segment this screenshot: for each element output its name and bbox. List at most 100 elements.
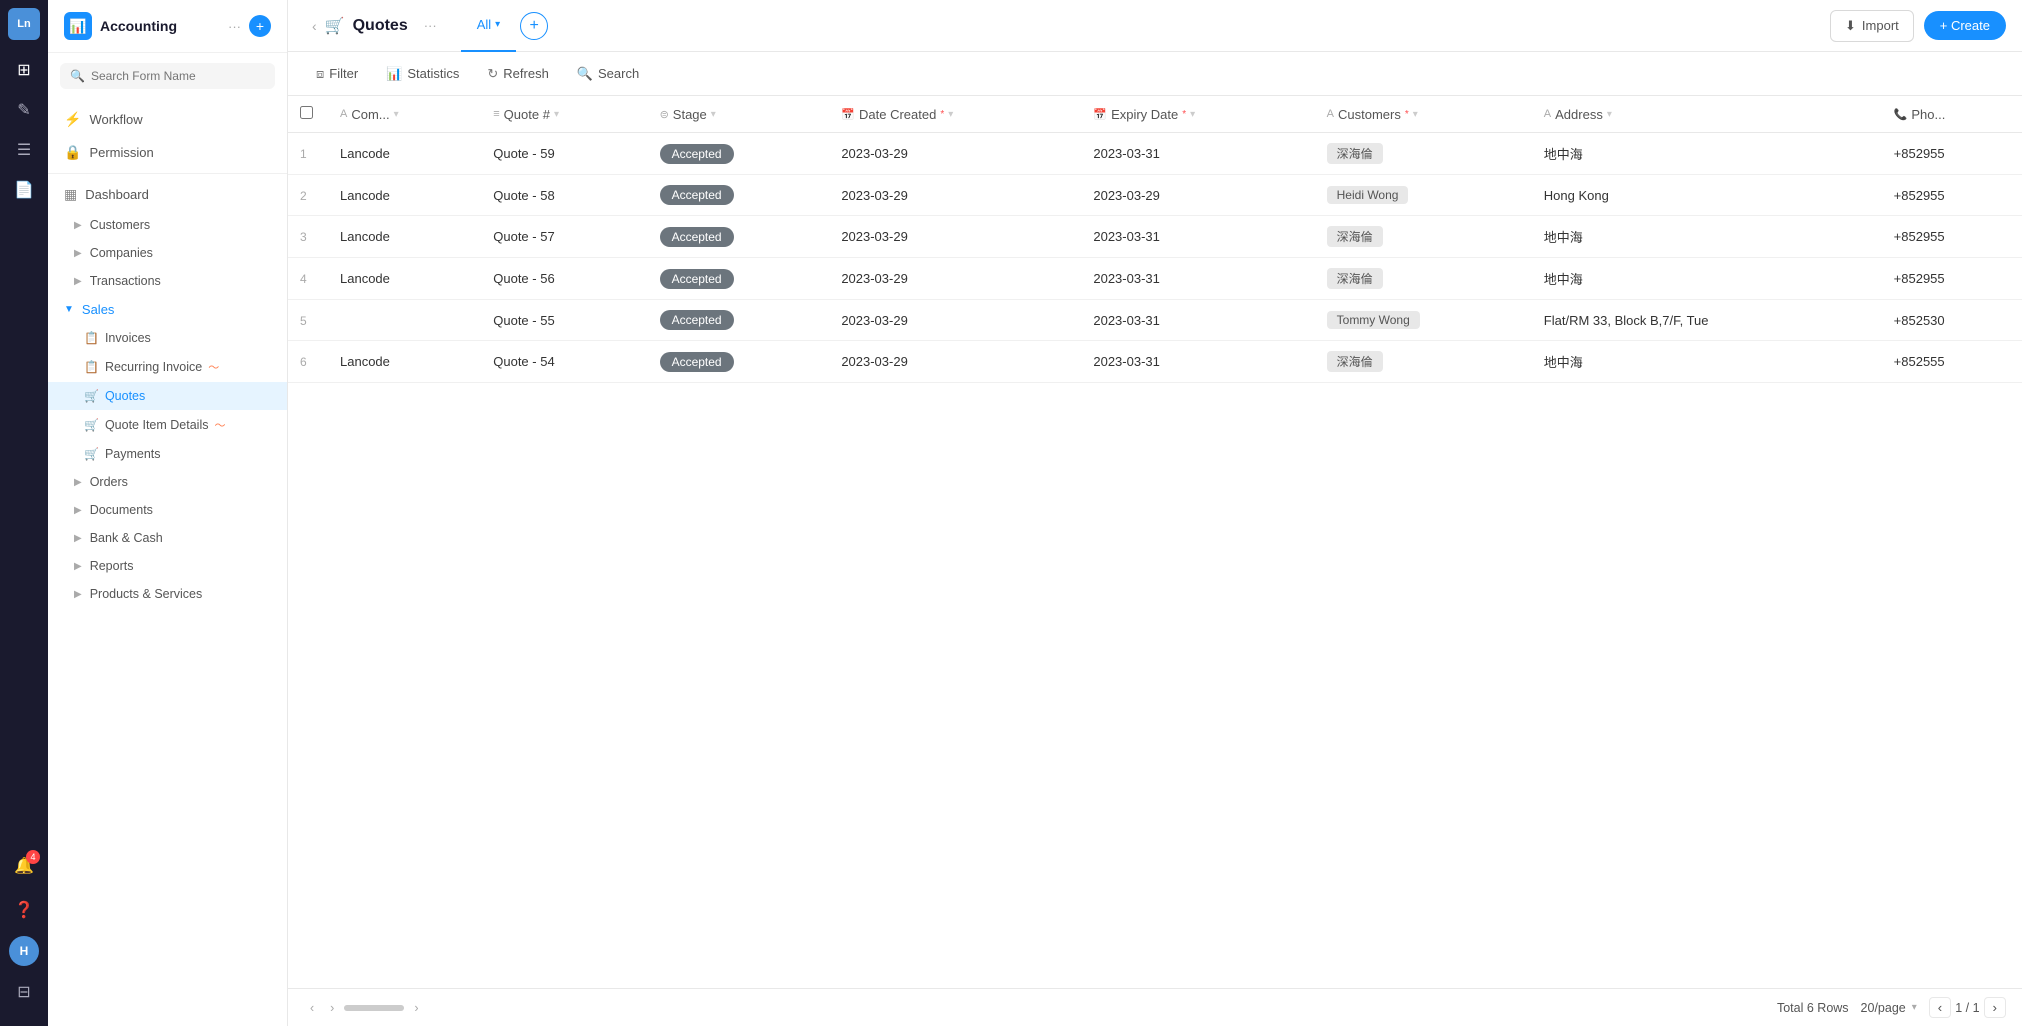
back-button[interactable]: ‹: [304, 10, 325, 42]
quotes-icon: 🛒: [84, 389, 99, 403]
sidebar-item-transactions[interactable]: ▶ Transactions: [48, 267, 287, 295]
sidebar-item-recurring-invoice[interactable]: 📋 Recurring Invoice 〜: [48, 352, 287, 382]
sidebar-item-dashboard[interactable]: ▦ Dashboard: [48, 178, 287, 211]
row-checkbox-cell: 5: [288, 300, 328, 341]
col-company[interactable]: A Com... ▾: [328, 96, 481, 133]
row-stage: Accepted: [648, 216, 830, 258]
customer-tag: 深海倫: [1327, 351, 1383, 372]
row-date-created: 2023-03-29: [829, 133, 1081, 175]
per-page-label: 20/page: [1861, 1001, 1906, 1015]
tab-add-button[interactable]: +: [520, 12, 548, 40]
col-customers-sort[interactable]: ▾: [1413, 109, 1418, 120]
col-date-created-required: *: [940, 109, 944, 120]
create-button[interactable]: + Create: [1924, 11, 2006, 40]
sidebar-item-documents[interactable]: ▶ Documents: [48, 496, 287, 524]
select-all-checkbox[interactable]: [300, 106, 313, 119]
sidebar-item-invoices[interactable]: 📋 Invoices: [48, 324, 287, 352]
tab-all[interactable]: All ▾: [461, 0, 516, 52]
customer-tag: 深海倫: [1327, 268, 1383, 289]
col-quote-num[interactable]: ≡ Quote # ▾: [481, 96, 647, 133]
import-button[interactable]: ⬇ Import: [1830, 10, 1914, 42]
sidebar-item-workflow[interactable]: ⚡ Workflow: [48, 103, 287, 136]
col-stage[interactable]: ⊜ Stage ▾: [648, 96, 830, 133]
refresh-button[interactable]: ↻ Refresh: [475, 61, 560, 87]
table-row[interactable]: 1 Lancode Quote - 59 Accepted 2023-03-29…: [288, 133, 2022, 175]
list-icon[interactable]: ☰: [6, 132, 42, 168]
user-avatar[interactable]: H: [9, 936, 39, 966]
sidebar-item-quotes[interactable]: 🛒 Quotes: [48, 382, 287, 410]
sidebar-item-sales[interactable]: ▼ Sales: [48, 295, 287, 324]
sidebar-item-customers[interactable]: ▶ Customers: [48, 211, 287, 239]
topbar-actions: ⬇ Import + Create: [1830, 10, 2006, 42]
sidebar-item-products-services[interactable]: ▶ Products & Services: [48, 580, 287, 608]
row-customer: 深海倫: [1315, 341, 1532, 383]
filter-button[interactable]: ⧈ Filter: [304, 61, 370, 87]
scroll-thumb[interactable]: [344, 1005, 404, 1011]
statistics-button[interactable]: 📊 Statistics: [374, 61, 471, 87]
col-customers[interactable]: A Customers * ▾: [1315, 96, 1532, 133]
col-date-created[interactable]: 📅 Date Created * ▾: [829, 96, 1081, 133]
sidebar-add-button[interactable]: +: [249, 15, 271, 37]
row-quote-num: Quote - 56: [481, 258, 647, 300]
sidebar-item-companies[interactable]: ▶ Companies: [48, 239, 287, 267]
col-stage-label: Stage: [673, 107, 707, 122]
statistics-icon: 📊: [386, 66, 402, 82]
tab-all-dropdown[interactable]: ▾: [495, 19, 500, 30]
col-date-created-label: Date Created: [859, 107, 936, 122]
table-row[interactable]: 5 Quote - 55 Accepted 2023-03-29 2023-03…: [288, 300, 2022, 341]
help-icon[interactable]: ❓: [6, 892, 42, 928]
grid-icon[interactable]: ⊞: [6, 52, 42, 88]
col-address-label: Address: [1555, 107, 1603, 122]
row-checkbox-cell: 6: [288, 341, 328, 383]
col-expiry-date[interactable]: 📅 Expiry Date * ▾: [1081, 96, 1314, 133]
brush-icon[interactable]: ✎: [6, 92, 42, 128]
sidebar: 📊 Accounting ··· + 🔍 ⚡ Workflow 🔒 Permis…: [48, 0, 288, 1026]
table-row[interactable]: 3 Lancode Quote - 57 Accepted 2023-03-29…: [288, 216, 2022, 258]
scroll-track[interactable]: [344, 1005, 404, 1011]
page-info: 1 / 1: [1955, 1001, 1979, 1015]
table-row[interactable]: 4 Lancode Quote - 56 Accepted 2023-03-29…: [288, 258, 2022, 300]
sidebar-item-quote-item-details[interactable]: 🛒 Quote Item Details 〜: [48, 410, 287, 440]
per-page-select[interactable]: 20/page ▾: [1861, 1001, 1917, 1015]
app-avatar[interactable]: Ln: [8, 8, 40, 40]
row-quote-num: Quote - 54: [481, 341, 647, 383]
col-expiry-date-sort[interactable]: ▾: [1190, 109, 1195, 120]
topbar-more-icon[interactable]: ···: [416, 14, 445, 37]
quote-item-details-badge: 〜: [214, 417, 225, 433]
chevron-right-icon: ▶: [74, 505, 82, 516]
col-company-sort[interactable]: ▾: [394, 109, 399, 120]
sidebar-item-permission[interactable]: 🔒 Permission: [48, 136, 287, 169]
search-button[interactable]: 🔍 Search: [565, 61, 651, 87]
row-stage: Accepted: [648, 341, 830, 383]
scroll-left-button[interactable]: ‹: [304, 999, 320, 1017]
col-quote-num-sort[interactable]: ▾: [554, 109, 559, 120]
sidebar-item-orders[interactable]: ▶ Orders: [48, 468, 287, 496]
table-row[interactable]: 6 Lancode Quote - 54 Accepted 2023-03-29…: [288, 341, 2022, 383]
search-input[interactable]: [91, 69, 265, 83]
table-row[interactable]: 2 Lancode Quote - 58 Accepted 2023-03-29…: [288, 175, 2022, 216]
col-address-sort[interactable]: ▾: [1607, 109, 1612, 120]
col-stage-sort[interactable]: ▾: [711, 109, 716, 120]
col-date-created-sort[interactable]: ▾: [948, 109, 953, 120]
sidebar-more-icon[interactable]: ···: [228, 19, 241, 34]
sidebar-item-payments[interactable]: 🛒 Payments: [48, 440, 287, 468]
table-container[interactable]: A Com... ▾ ≡ Quote # ▾: [288, 96, 2022, 988]
next-page-button[interactable]: ›: [1984, 997, 2006, 1018]
sidebar-item-reports[interactable]: ▶ Reports: [48, 552, 287, 580]
settings-icon[interactable]: ⊟: [6, 974, 42, 1010]
bell-icon[interactable]: 🔔 4: [6, 848, 42, 884]
chevron-down-icon: ▼: [64, 304, 74, 315]
sidebar-item-bank-cash[interactable]: ▶ Bank & Cash: [48, 524, 287, 552]
sidebar-search[interactable]: 🔍: [60, 63, 275, 89]
chart-icon[interactable]: 📄: [6, 172, 42, 208]
scroll-right-button[interactable]: ›: [324, 999, 340, 1017]
scroll-right-end-button[interactable]: ›: [408, 999, 424, 1017]
import-icon: ⬇: [1845, 18, 1856, 34]
col-quote-num-label: Quote #: [504, 107, 550, 122]
prev-page-button[interactable]: ‹: [1929, 997, 1951, 1018]
stage-badge: Accepted: [660, 227, 734, 247]
col-address[interactable]: A Address ▾: [1532, 96, 1882, 133]
col-phone[interactable]: 📞 Pho...: [1882, 96, 2022, 133]
sidebar-label-sales: Sales: [82, 302, 115, 317]
stage-badge: Accepted: [660, 352, 734, 372]
